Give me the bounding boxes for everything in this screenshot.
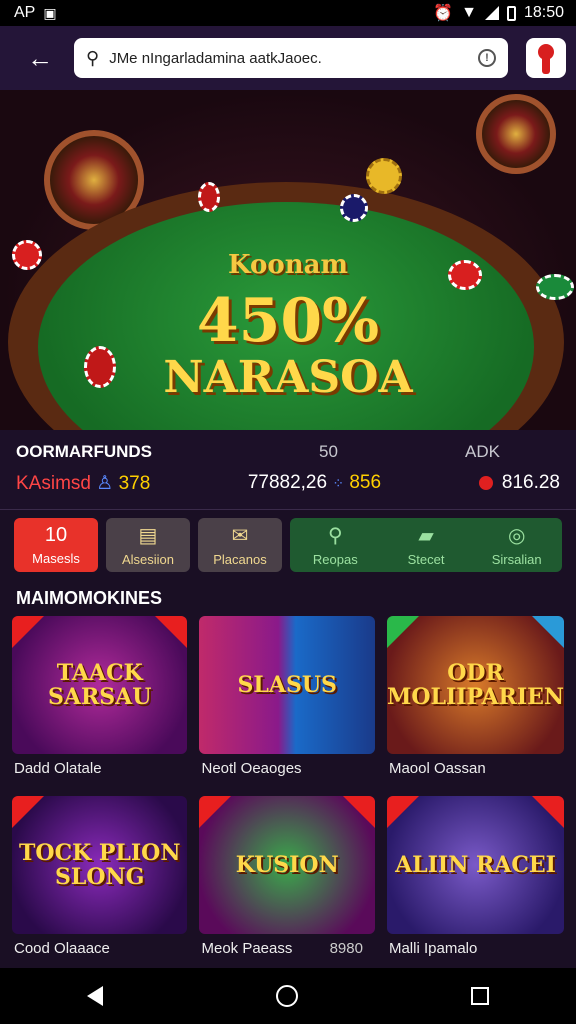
game-label: Meok Paeass 8980 xyxy=(201,940,363,957)
game-grid: TAACK SARSAU Dadd Olatale SLASUS Neotl O… xyxy=(0,616,576,1004)
search-box[interactable]: ⚲ ! xyxy=(74,38,508,78)
stats-value-4: 816.28 xyxy=(501,472,560,493)
game-card[interactable]: TAACK SARSAU Dadd Olatale xyxy=(12,616,188,784)
game-label: Dadd Olatale xyxy=(14,760,102,777)
user-icon: ♙ xyxy=(96,472,114,494)
game-thumbnail[interactable]: ALIIN RACEI xyxy=(386,796,564,934)
quick-action-alsesiion[interactable]: ▤ Alsesiion xyxy=(106,518,190,572)
stats-panel: OORMARFUNDS 50 ADK KAsimsd ♙ 378 77882,2… xyxy=(0,430,576,510)
game-title: TAACK SARSAU xyxy=(48,659,152,710)
nav-home-icon[interactable] xyxy=(275,985,298,1007)
quick-action-placanos[interactable]: ✉ Placanos xyxy=(198,518,282,572)
promo-percent: 450% xyxy=(196,286,380,356)
game-title: KUSION xyxy=(235,851,339,878)
quick-action-masesls[interactable]: 10 Masesls xyxy=(14,518,98,572)
quick-action-stecet[interactable]: ▰ Stecet xyxy=(381,518,472,572)
game-card[interactable]: ALIIN RACEI Malli Ipamalo xyxy=(386,796,564,964)
casino-chip-icon xyxy=(366,158,402,194)
quick-action-reopas[interactable]: ⚲ Reopas xyxy=(290,518,381,572)
status-app-text: AP xyxy=(14,4,36,21)
game-thumbnail[interactable]: ODR MOLIIPARIEN xyxy=(386,616,564,754)
envelope-icon: ✉ xyxy=(231,525,249,547)
search-input[interactable] xyxy=(109,49,468,67)
section-title: MAIMOMOKINES xyxy=(16,588,162,608)
stats-value-3: 856 xyxy=(349,472,382,493)
stats-col3: ADK xyxy=(465,442,500,461)
status-time: 18:50 xyxy=(523,4,564,21)
game-label: Cood Olaaace xyxy=(14,940,110,957)
back-button[interactable]: ← xyxy=(24,42,56,74)
book-icon: ▤ xyxy=(138,525,158,547)
game-thumbnail[interactable]: SLASUS xyxy=(199,616,375,754)
casino-label: KAsimsd xyxy=(16,472,91,494)
promo-banner[interactable]: Koonam 450% NARASOA xyxy=(0,90,576,430)
game-extra: 8980 xyxy=(329,940,363,957)
game-label: Neotl Oeaoges xyxy=(201,760,302,777)
stats-value-2: 77882,26 xyxy=(247,472,328,493)
stats-col2: 50 xyxy=(319,442,338,461)
game-card[interactable]: TOCK PLION SLONG Cood Olaaace xyxy=(12,796,188,964)
signal-icon xyxy=(484,6,499,20)
game-title: ALIIN RACEI xyxy=(395,851,556,878)
system-nav-bar xyxy=(0,968,576,1024)
nav-recents-icon[interactable] xyxy=(471,987,490,1005)
promo-title: NARASOA xyxy=(163,352,413,403)
stats-header: OORMARFUNDS xyxy=(16,442,152,461)
casino-chip-icon xyxy=(340,194,368,222)
game-label: Maool Oassan xyxy=(388,760,486,777)
game-card[interactable]: SLASUS Neotl Oeaoges xyxy=(199,616,375,784)
app-logo-icon[interactable] xyxy=(526,38,566,78)
nav-back-icon[interactable] xyxy=(86,986,103,1006)
game-thumbnail[interactable]: KUSION xyxy=(199,796,375,934)
bonus-icon: 10 xyxy=(44,524,68,546)
grid-icon: ⁘ xyxy=(332,475,345,491)
game-title: SLASUS xyxy=(237,671,337,698)
status-bar: AP ▣ ⏰ ▼ 18:50 xyxy=(0,0,576,26)
stats-value-1: 378 xyxy=(118,472,151,494)
chat-icon: ▰ xyxy=(418,525,434,547)
game-thumbnail[interactable]: TOCK PLION SLONG xyxy=(12,796,188,934)
quick-actions-green: ⚲ Reopas ▰ Stecet ◎ Sirsalian xyxy=(290,518,562,572)
live-dot-icon xyxy=(478,475,493,490)
quick-action-sirsalian[interactable]: ◎ Sirsalian xyxy=(471,518,562,572)
photo-icon: ▣ xyxy=(43,4,57,21)
top-bar: ← ⚲ ! xyxy=(0,26,576,90)
search-icon: ⚲ xyxy=(328,525,343,547)
wifi-icon: ▼ xyxy=(461,4,477,21)
circle-icon: ◎ xyxy=(507,525,526,547)
casino-chip-icon xyxy=(198,182,220,212)
game-thumbnail[interactable]: TAACK SARSAU xyxy=(12,616,188,754)
promo-brand: Koonam xyxy=(228,250,348,280)
game-title: ODR MOLIIPARIEN xyxy=(386,659,564,710)
battery-icon xyxy=(506,5,516,21)
game-label: Malli Ipamalo xyxy=(388,940,478,957)
alarm-icon: ⏰ xyxy=(433,5,454,22)
search-icon: ⚲ xyxy=(86,47,100,68)
quick-actions: 10 Masesls ▤ Alsesiion ✉ Placanos ⚲ Reop… xyxy=(0,510,576,580)
info-icon[interactable]: ! xyxy=(478,49,496,67)
roulette-wheel-icon xyxy=(476,94,556,174)
game-title: TOCK PLION SLONG xyxy=(19,839,181,890)
game-card[interactable]: ODR MOLIIPARIEN Maool Oassan xyxy=(386,616,564,784)
game-card[interactable]: KUSION Meok Paeass 8980 xyxy=(199,796,375,964)
